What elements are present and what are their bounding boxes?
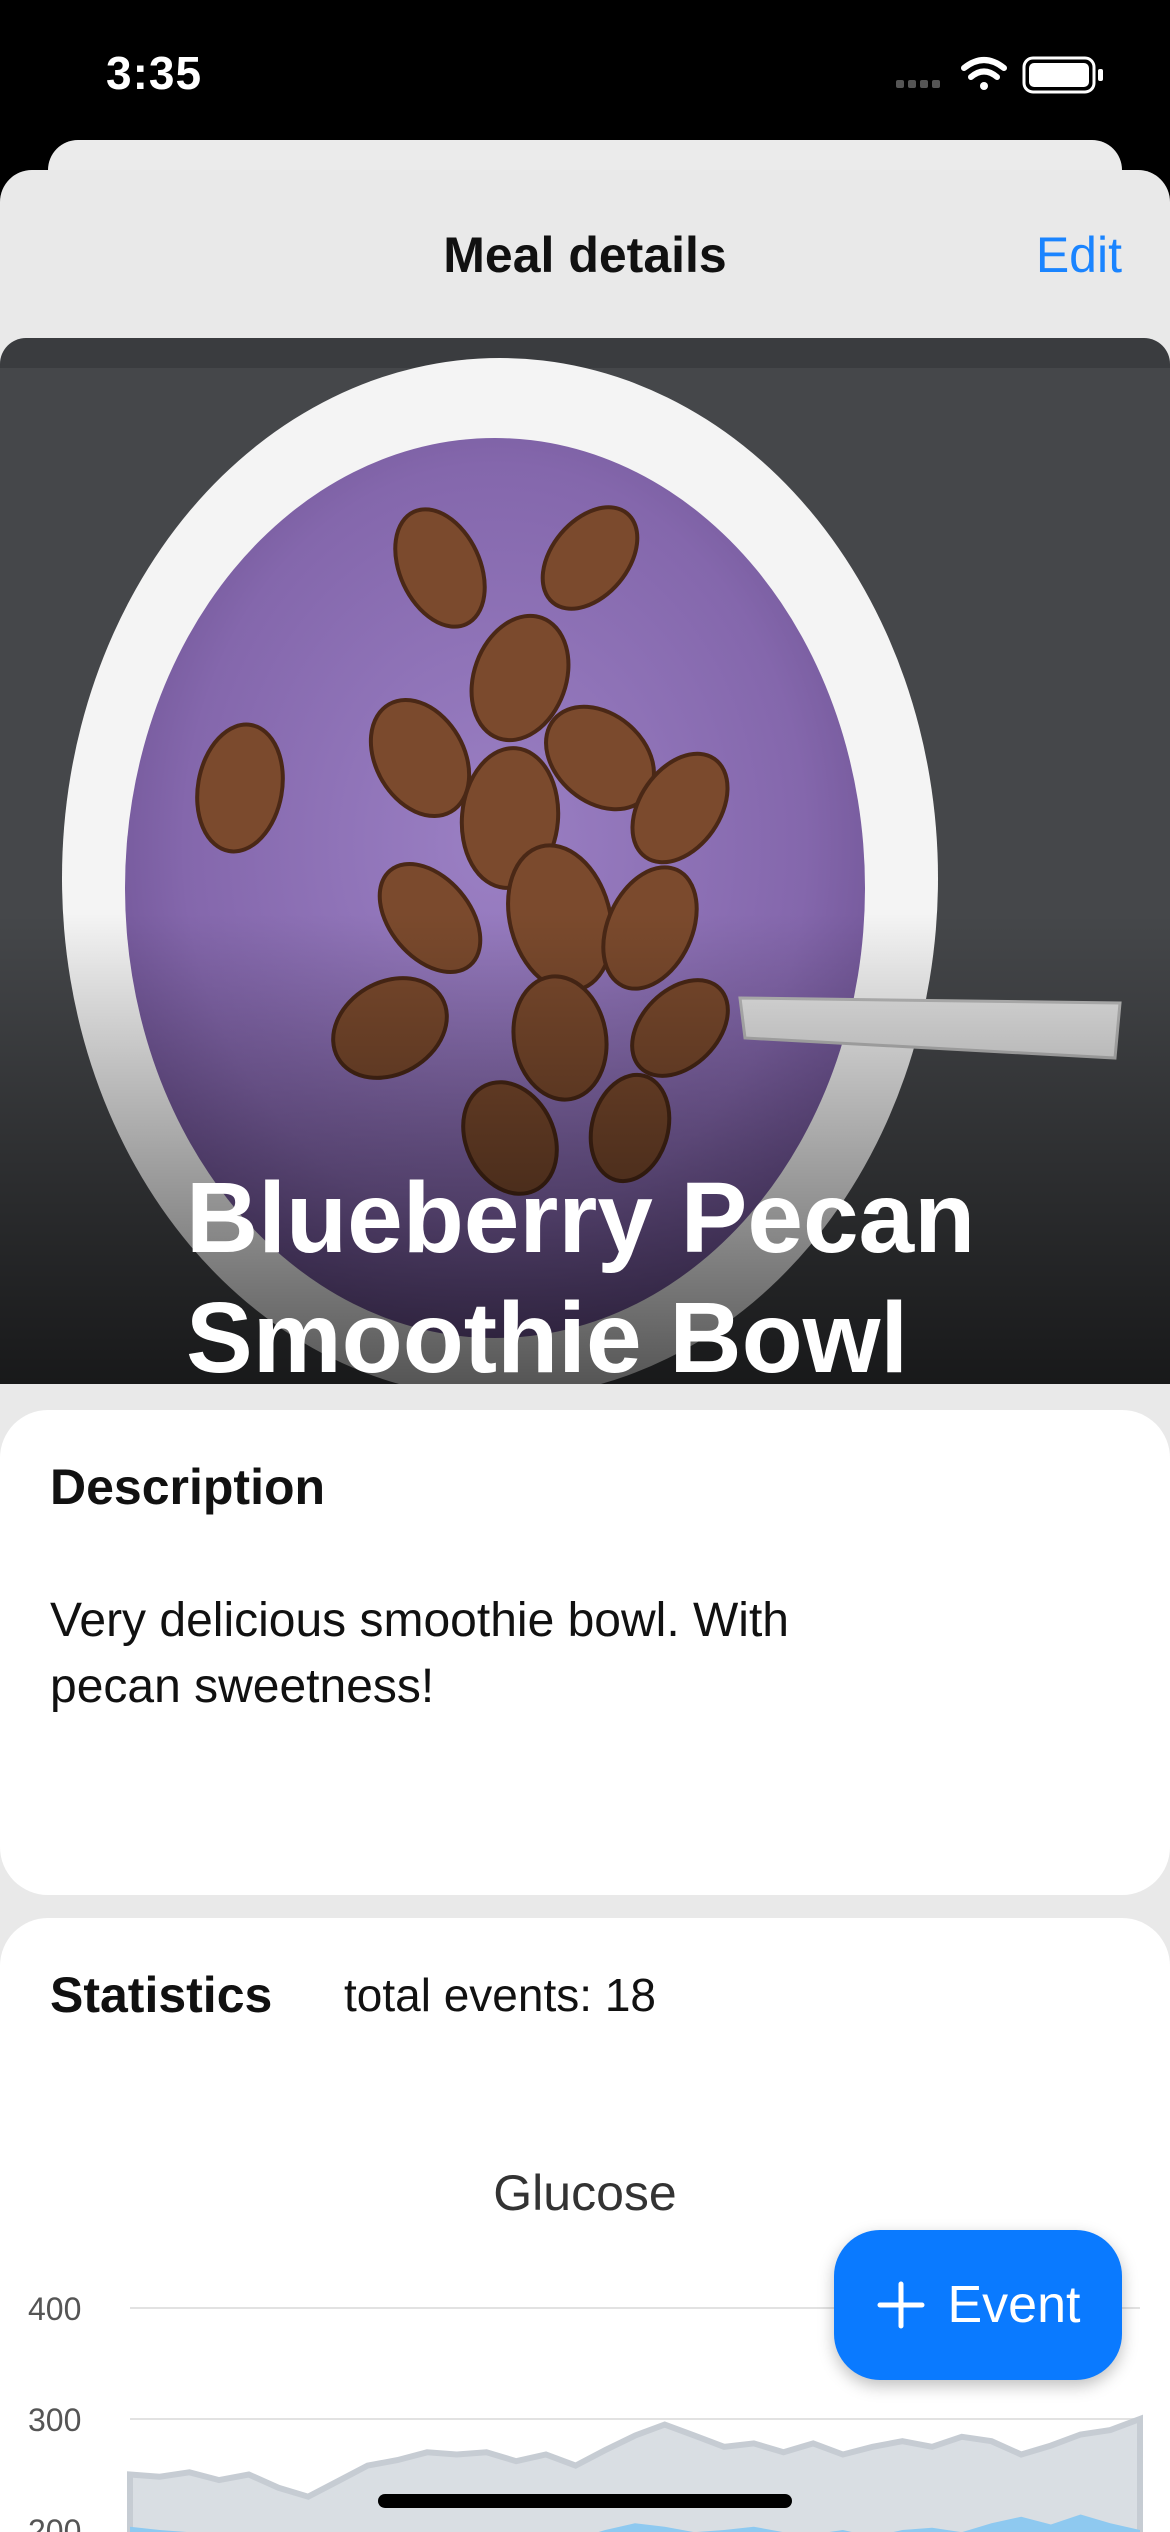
plus-icon xyxy=(877,2281,924,2329)
page-title: Meal details xyxy=(443,227,727,283)
description-text: Very delicious smoothie bowl. With pecan… xyxy=(50,1594,789,1713)
home-indicator xyxy=(378,2494,792,2508)
y-tick-label: 400 xyxy=(28,2291,81,2327)
status-bar: 3:35 xyxy=(0,0,1170,150)
meal-photo: Blueberry Pecan Smoothie Bowl xyxy=(0,338,1170,1384)
wifi-icon xyxy=(961,57,1007,90)
add-event-button[interactable]: Event xyxy=(834,2230,1122,2380)
y-tick-label: 200 xyxy=(28,2513,81,2532)
add-event-label: Event xyxy=(947,2276,1081,2334)
description-heading: Description xyxy=(50,1459,326,1515)
statistics-card: Statistics total events: 18 Glucose 400 3… xyxy=(0,1918,1170,2532)
status-time: 3:35 xyxy=(106,47,203,99)
meal-details-sheet: Meal details Edit Blueberry Pecan Smooth… xyxy=(0,170,1170,2532)
edit-button[interactable]: Edit xyxy=(1036,226,1122,284)
statistics-heading: Statistics xyxy=(50,1967,273,2023)
meal-title: Blueberry Pecan Smoothie Bowl xyxy=(186,1162,976,1384)
glucose-range-band xyxy=(127,2414,1143,2532)
status-icons xyxy=(896,56,1103,94)
y-tick-label: 300 xyxy=(28,2402,81,2438)
total-events-count: total events: 18 xyxy=(344,1969,656,2021)
chart-title: Glucose xyxy=(493,2165,676,2221)
navigation-bar: Meal details Edit xyxy=(0,170,1170,340)
battery-icon xyxy=(1022,56,1103,94)
description-card: Description Very delicious smoothie bowl… xyxy=(0,1410,1170,1895)
cellular-signal-icon xyxy=(896,80,940,88)
